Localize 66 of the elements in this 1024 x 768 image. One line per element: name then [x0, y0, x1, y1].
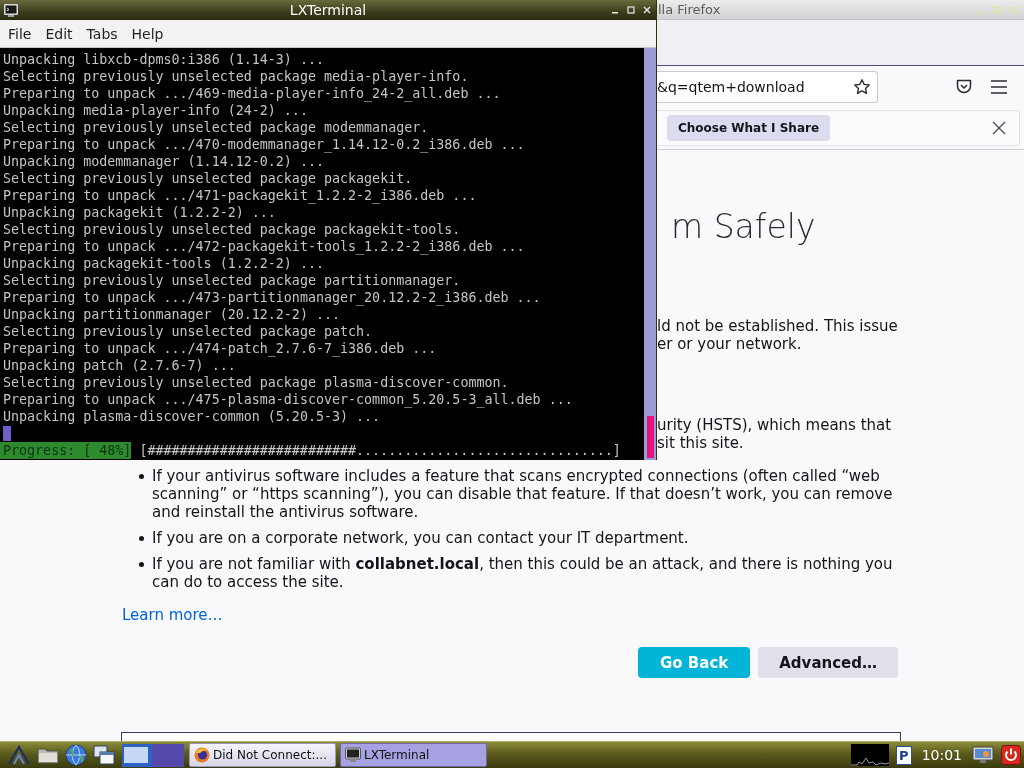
page-heading: m Safely [671, 207, 817, 247]
power-icon[interactable] [1001, 745, 1021, 765]
cursor-block-icon [3, 426, 11, 441]
start-menu-icon[interactable] [7, 744, 31, 766]
clock-text: 10:01 [921, 747, 962, 763]
globe-icon[interactable] [65, 744, 87, 766]
cpu-usage-graph [850, 744, 889, 766]
paragraph-text: ld not be established. This issue er or your network. [657, 317, 899, 353]
terminal-line: Selecting previously unselected package packagekit-tools. [3, 221, 462, 238]
bullet-icon [139, 474, 144, 479]
terminal-line: Unpacking modemmanager (1.14.12-0.2) ... [3, 153, 325, 170]
terminal-line: Selecting previously unselected package modemmanager. [3, 119, 430, 136]
terminal-line: Selecting previously unselected package packagekit. [3, 170, 414, 187]
maximize-icon[interactable] [627, 6, 635, 14]
terminal-line: Preparing to unpack .../472-packagekit-tools_1.2.2-2_i386.deb ... [3, 238, 526, 255]
taskbar-task-button[interactable]: LXTerminal [340, 743, 487, 767]
terminal-line: Unpacking partitionmanager (20.12.2-2) ... [3, 306, 342, 323]
menu-item[interactable]: Help [124, 23, 171, 44]
address-field[interactable]: &q=qtem+download [657, 77, 853, 97]
secondary-button[interactable]: Advanced… [758, 647, 898, 678]
address-bar[interactable]: &q=qtem+download [657, 71, 878, 103]
terminal-line: Preparing to unpack .../475-plasma-discover-common_5.20.5-3_all.deb ... [3, 391, 574, 408]
terminal-line: Unpacking packagekit-tools (1.2.2-2) ... [3, 255, 325, 272]
list-item-text: If your antivirus software includes a feature that scans encrypted connections (often called “web scanning” or “https scanning”), you can disable that feature. If that doesn’t work, you can remove and reinstall the antivirus software. [152, 467, 894, 521]
terminal-line: Selecting previously unselected package partitionmanager. [3, 272, 462, 289]
terminal-line: Preparing to unpack .../473-partitionmanager_20.12.2-2_i386.deb ... [3, 289, 542, 306]
terminal-line: Preparing to unpack .../471-packagekit_1.2.2-2_i386.deb ... [3, 187, 478, 204]
star-icon[interactable] [853, 78, 871, 96]
terminal-line: Unpacking media-player-info (24-2) ... [3, 102, 309, 119]
terminal-line: Unpacking libxcb-dpms0:i386 (1.14-3) ... [3, 51, 325, 68]
workspace-button[interactable] [122, 743, 152, 767]
menu-item[interactable]: Tabs [79, 23, 125, 44]
terminal-line: Unpacking plasma-discover-common (5.20.5-3) ... [3, 408, 382, 425]
close-icon[interactable] [992, 121, 1006, 135]
scrollbar-thumb[interactable] [646, 416, 654, 458]
list-item-text: If you are on a corporate network, you can contact your IT department. [152, 529, 690, 547]
browser-icon [194, 747, 210, 763]
menu-item[interactable]: File [1, 23, 39, 44]
list-item-text: If you are not familiar with collabnet.local, then this could be an attack, and there is nothing you can do to access the site. [152, 555, 894, 591]
window-title: lla Firefox [658, 0, 722, 19]
terminal-line: Preparing to unpack .../474-patch_2.7.6-7_i386.deb ... [3, 340, 438, 357]
terminal-line: Unpacking packagekit (1.2.2-2) ... [3, 204, 277, 221]
terminal-line: Selecting previously unselected package plasma-discover-common. [3, 374, 510, 391]
folder-icon[interactable] [37, 745, 59, 765]
menu-item[interactable]: Edit [38, 23, 80, 44]
terminal-line: Preparing to unpack .../470-modemmanager_1.14.12-0.2_i386.deb ... [3, 136, 526, 153]
windows-icon[interactable] [93, 745, 115, 765]
choose-share-button[interactable]: Choose What I Share [667, 115, 831, 141]
paragraph-text: urity (HSTS), which means that sit this site. [657, 416, 893, 452]
monitor-icon[interactable] [972, 745, 994, 765]
bullet-icon [139, 536, 144, 541]
tray-button[interactable]: P [895, 745, 912, 765]
menu-icon[interactable] [990, 79, 1008, 95]
taskbar-task-button[interactable]: Did Not Connect:... [189, 743, 336, 767]
bullet-icon [139, 562, 144, 567]
window-title: LXTerminal [289, 1, 367, 20]
terminal-line: Preparing to unpack .../469-media-player-info_24-2_all.deb ... [3, 85, 502, 102]
terminal-icon [3, 2, 19, 18]
learn-more-link[interactable]: Learn more… [122, 606, 223, 624]
progress-bar-text: [##########################................................] [139, 442, 621, 459]
progress-label: Progress: [ 48%] [0, 442, 132, 459]
terminal-line: Selecting previously unselected package patch. [3, 323, 374, 340]
terminal-line: Unpacking patch (2.7.6-7) ... [3, 357, 237, 374]
terminal-line: Selecting previously unselected package media-player-info. [3, 68, 470, 85]
chevron-shield-icon[interactable] [955, 78, 973, 96]
terminal-icon [345, 747, 361, 763]
